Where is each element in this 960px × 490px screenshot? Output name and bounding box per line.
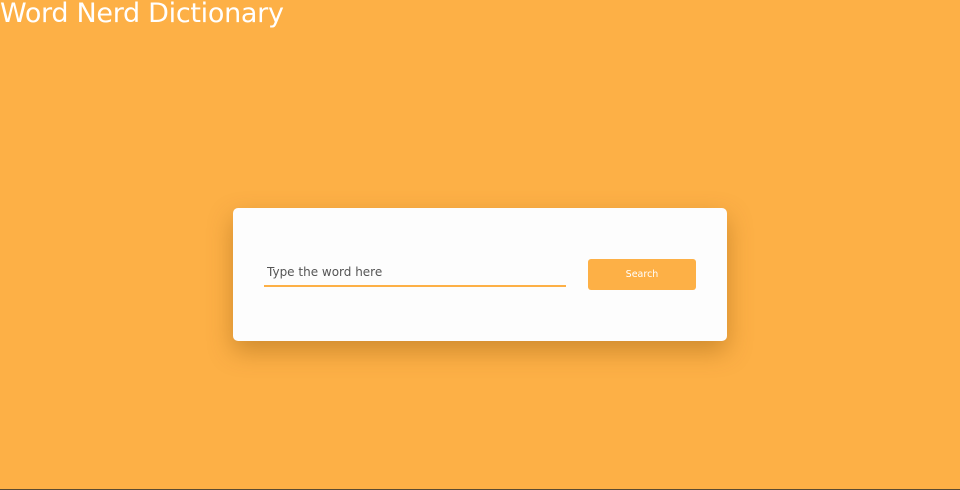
page: { "app": { "title": "Word Nerd Dictionar…	[0, 0, 960, 490]
search-input[interactable]	[264, 259, 566, 287]
search-card: Search	[233, 208, 727, 341]
search-button[interactable]: Search	[588, 259, 696, 290]
app-title: Word Nerd Dictionary	[0, 0, 284, 29]
